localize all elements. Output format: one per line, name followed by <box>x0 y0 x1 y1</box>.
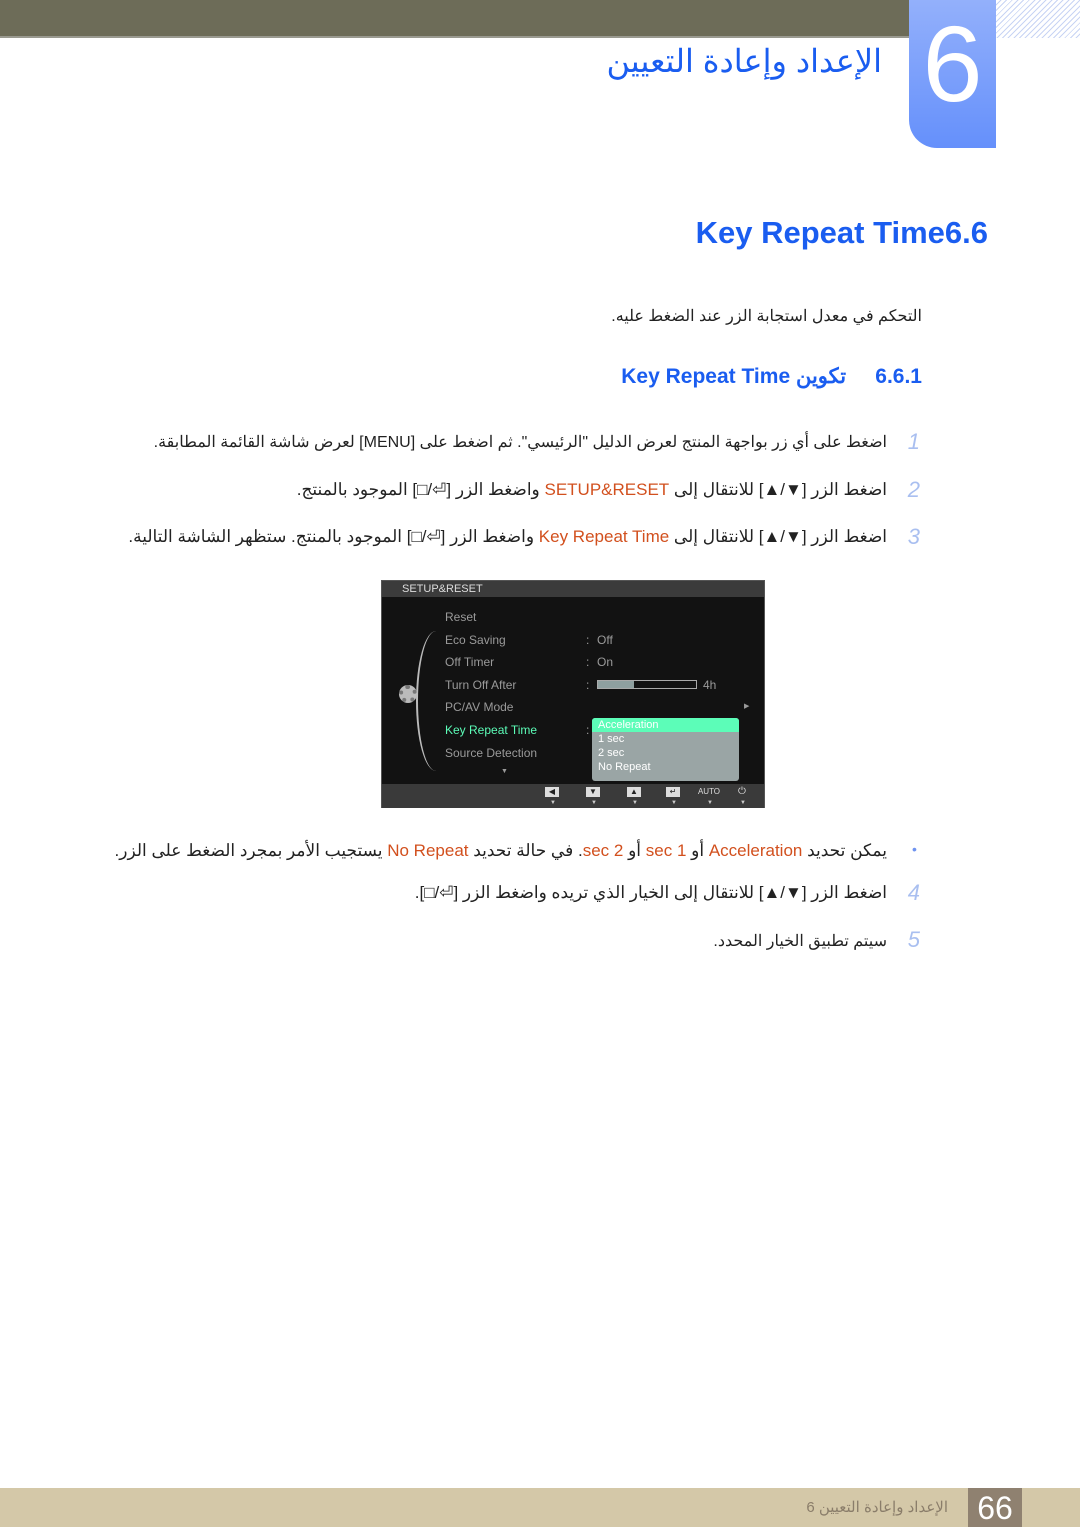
top-bar <box>0 0 910 38</box>
note-text: يستجيب الأمر بمجرد الضغط على الزر. <box>114 841 388 860</box>
option-1-sec: 1 sec <box>598 733 625 745</box>
up-button-icon: ▲ <box>627 787 641 797</box>
bullet-icon: • <box>912 841 917 857</box>
osd-item-source-detection: Source Detection <box>445 746 538 760</box>
step-text: اضغط الزر [▼/▲] للانتقال إلى الخيار الذي… <box>414 883 887 902</box>
osd-item-reset: Reset <box>445 610 477 624</box>
option-no-repeat: No Repeat <box>598 761 651 773</box>
step-number: 5 <box>907 927 920 952</box>
gear-icon <box>399 685 417 703</box>
arrow-right-icon: ▶ <box>744 703 750 710</box>
osd-item-eco-saving: Eco Saving <box>445 633 506 647</box>
step-1: اضغط على أي زر بواجهة المنتج لعرض الدليل… <box>154 432 887 452</box>
step-number: 3 <box>907 524 920 549</box>
power-icon: ⏻ <box>738 786 746 797</box>
footer: الإعداد وإعادة التعيين 6 66 <box>0 1488 1080 1527</box>
enter-button-icon: ↵ <box>666 787 680 797</box>
step-number: 2 <box>907 477 920 502</box>
chapter-number: 6 <box>909 0 996 148</box>
step-3: اضغط الزر [▼/▲] للانتقال إلى Key Repeat … <box>128 527 887 547</box>
subsection-heading: 6.6.1 تكوين Key Repeat Time <box>621 364 922 389</box>
option-highlight: 1 sec <box>645 841 687 860</box>
subsection-number: 6.6.1 <box>875 365 922 388</box>
left-button-icon: ◀ <box>545 787 559 797</box>
footer-chapter: الإعداد وإعادة التعيين 6 <box>806 1499 948 1516</box>
step-4: اضغط الزر [▼/▲] للانتقال إلى الخيار الذي… <box>415 883 887 903</box>
auto-button-icon: AUTO <box>697 787 721 796</box>
step-text: سيتم تطبيق الخيار المحدد. <box>713 933 887 950</box>
osd-button-bar: ◀ ▼ ▼ ▼ ▲ ▼ ↵ ▼ AUTO ▼ ⏻ ▼ <box>382 784 764 808</box>
step-number: 4 <box>907 880 920 905</box>
note-text: أو <box>623 841 646 860</box>
section-title: Key Repeat Time <box>695 215 945 250</box>
osd-value-turn-off: 4h <box>703 678 717 692</box>
option-highlight: 2 sec <box>582 841 624 860</box>
arrow-down-icon: ▼ <box>501 768 508 775</box>
osd-value-eco: Off <box>597 633 613 647</box>
note-text: أو <box>686 841 709 860</box>
option-2-sec: 2 sec <box>598 747 625 759</box>
note-text: . في حالة تحديد <box>468 841 583 860</box>
option-highlight: Acceleration <box>708 841 803 860</box>
osd-title: SETUP&RESET <box>382 581 764 597</box>
step-text: واضغط الزر [⏎/□] الموجود بالمنتج. <box>296 480 545 499</box>
step-number: 1 <box>907 429 920 454</box>
section-heading: Key Repeat Time6.6 <box>676 215 988 251</box>
step-5: سيتم تطبيق الخيار المحدد. <box>713 931 887 951</box>
bullet-note: يمكن تحديد Acceleration أو 1 sec أو 2 se… <box>115 841 887 861</box>
down-button-icon: ▼ <box>586 787 600 797</box>
section-number: 6.6 <box>944 215 988 250</box>
step-2: اضغط الزر [▼/▲] للانتقال إلى SETUP&RESET… <box>297 480 887 500</box>
option-highlight: No Repeat <box>387 841 469 860</box>
osd-item-turn-off-after: Turn Off After <box>445 678 517 692</box>
page-number: 66 <box>968 1488 1022 1527</box>
subsection-title: تكوين Key Repeat Time <box>621 365 847 388</box>
menu-highlight: Key Repeat Time <box>538 527 670 546</box>
menu-highlight: SETUP&RESET <box>544 480 670 499</box>
option-acceleration: Acceleration <box>592 718 739 732</box>
osd-value-timer: On <box>597 655 614 669</box>
turn-off-slider <box>597 680 697 689</box>
chapter-title: الإعداد وإعادة التعيين <box>606 43 882 79</box>
osd-item-off-timer: Off Timer <box>445 655 495 669</box>
osd-item-key-repeat-time: Key Repeat Time <box>445 723 538 737</box>
osd-item-pc-av-mode: PC/AV Mode <box>445 700 514 714</box>
step-text: اضغط الزر [▼/▲] للانتقال إلى <box>669 527 887 546</box>
hatch-decoration <box>996 0 1080 38</box>
step-text: اضغط الزر [▼/▲] للانتقال إلى <box>669 480 887 499</box>
note-text: يمكن تحديد <box>802 841 887 860</box>
key-repeat-options: Acceleration 1 sec 2 sec No Repeat <box>592 718 739 781</box>
section-intro: التحكم في معدل استجابة الزر عند الضغط عل… <box>611 308 922 325</box>
osd-menu-screenshot: SETUP&RESET Reset Eco Saving : Off Off Ti… <box>381 580 765 808</box>
step-text: اضغط على أي زر بواجهة المنتج لعرض الدليل… <box>153 434 887 451</box>
step-text: واضغط الزر [⏎/□] الموجود بالمنتج. ستظهر … <box>128 527 539 546</box>
